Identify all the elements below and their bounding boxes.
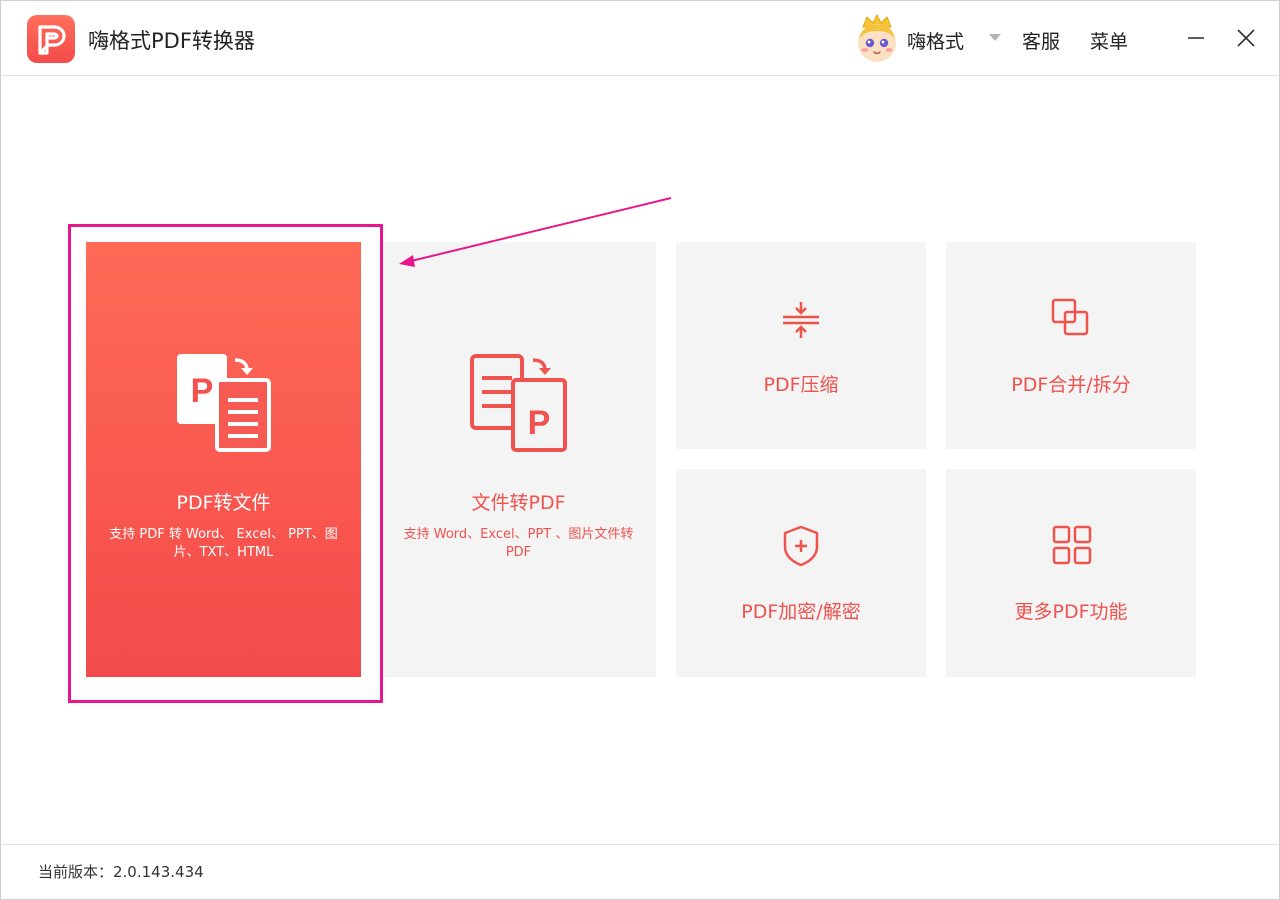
- pdf-compress-tile[interactable]: PDF压缩: [676, 242, 926, 449]
- app-logo-icon: [27, 15, 75, 63]
- merge-icon: [1051, 298, 1091, 342]
- pdf-to-file-desc: 支持 PDF 转 Word、 Excel、 PPT、图片、TXT、HTML: [109, 527, 338, 560]
- username[interactable]: 嗨格式: [907, 27, 964, 54]
- more-features-tile[interactable]: 更多PDF功能: [946, 469, 1196, 677]
- pdf-encrypt-title: PDF加密/解密: [741, 601, 861, 623]
- pdf-merge-split-tile[interactable]: PDF合并/拆分: [946, 242, 1196, 449]
- pdf-compress-title: PDF压缩: [763, 374, 839, 396]
- annotation-arrow-icon: [391, 191, 681, 275]
- file-to-pdf-title: 文件转PDF: [471, 492, 566, 514]
- pdf-merge-split-title: PDF合并/拆分: [1011, 374, 1131, 396]
- app-title: 嗨格式PDF转换器: [88, 29, 255, 53]
- footer-divider: [1, 844, 1279, 845]
- pdf-to-file-title: PDF转文件: [176, 492, 271, 514]
- title-bar: 嗨格式PDF转换器 嗨格式 客服 菜单: [1, 1, 1279, 76]
- user-avatar[interactable]: [853, 13, 901, 63]
- caret-down-icon[interactable]: [989, 34, 1001, 41]
- file-to-pdf-icon: P: [469, 350, 569, 458]
- more-features-title: 更多PDF功能: [1014, 601, 1128, 623]
- pdf-encrypt-tile[interactable]: PDF加密/解密: [676, 469, 926, 677]
- pdf-to-file-tile[interactable]: P PDF转文件 支持 PDF 转 Word、 Excel、 PPT、图片、TX…: [86, 242, 361, 677]
- compress-icon: [781, 300, 821, 344]
- minimize-icon[interactable]: [1179, 21, 1213, 55]
- customer-service-button[interactable]: 客服: [1022, 27, 1060, 54]
- svg-text:P: P: [191, 372, 214, 410]
- file-to-pdf-desc: 支持 Word、Excel、PPT 、图片文件转 PDF: [403, 527, 634, 560]
- close-icon[interactable]: [1229, 21, 1263, 55]
- svg-text:P: P: [528, 404, 551, 442]
- menu-button[interactable]: 菜单: [1090, 27, 1128, 54]
- pdf-to-file-icon: P: [173, 350, 273, 458]
- grid-icon: [1052, 525, 1092, 569]
- file-to-pdf-tile[interactable]: P 文件转PDF 支持 Word、Excel、PPT 、图片文件转 PDF: [381, 242, 656, 677]
- version-label: 当前版本：2.0.143.434: [38, 863, 204, 881]
- app-window: 嗨格式PDF转换器 嗨格式 客服 菜单 P PDF转文件 支持 PDF 转 Wo…: [0, 0, 1280, 900]
- shield-icon: [782, 525, 820, 571]
